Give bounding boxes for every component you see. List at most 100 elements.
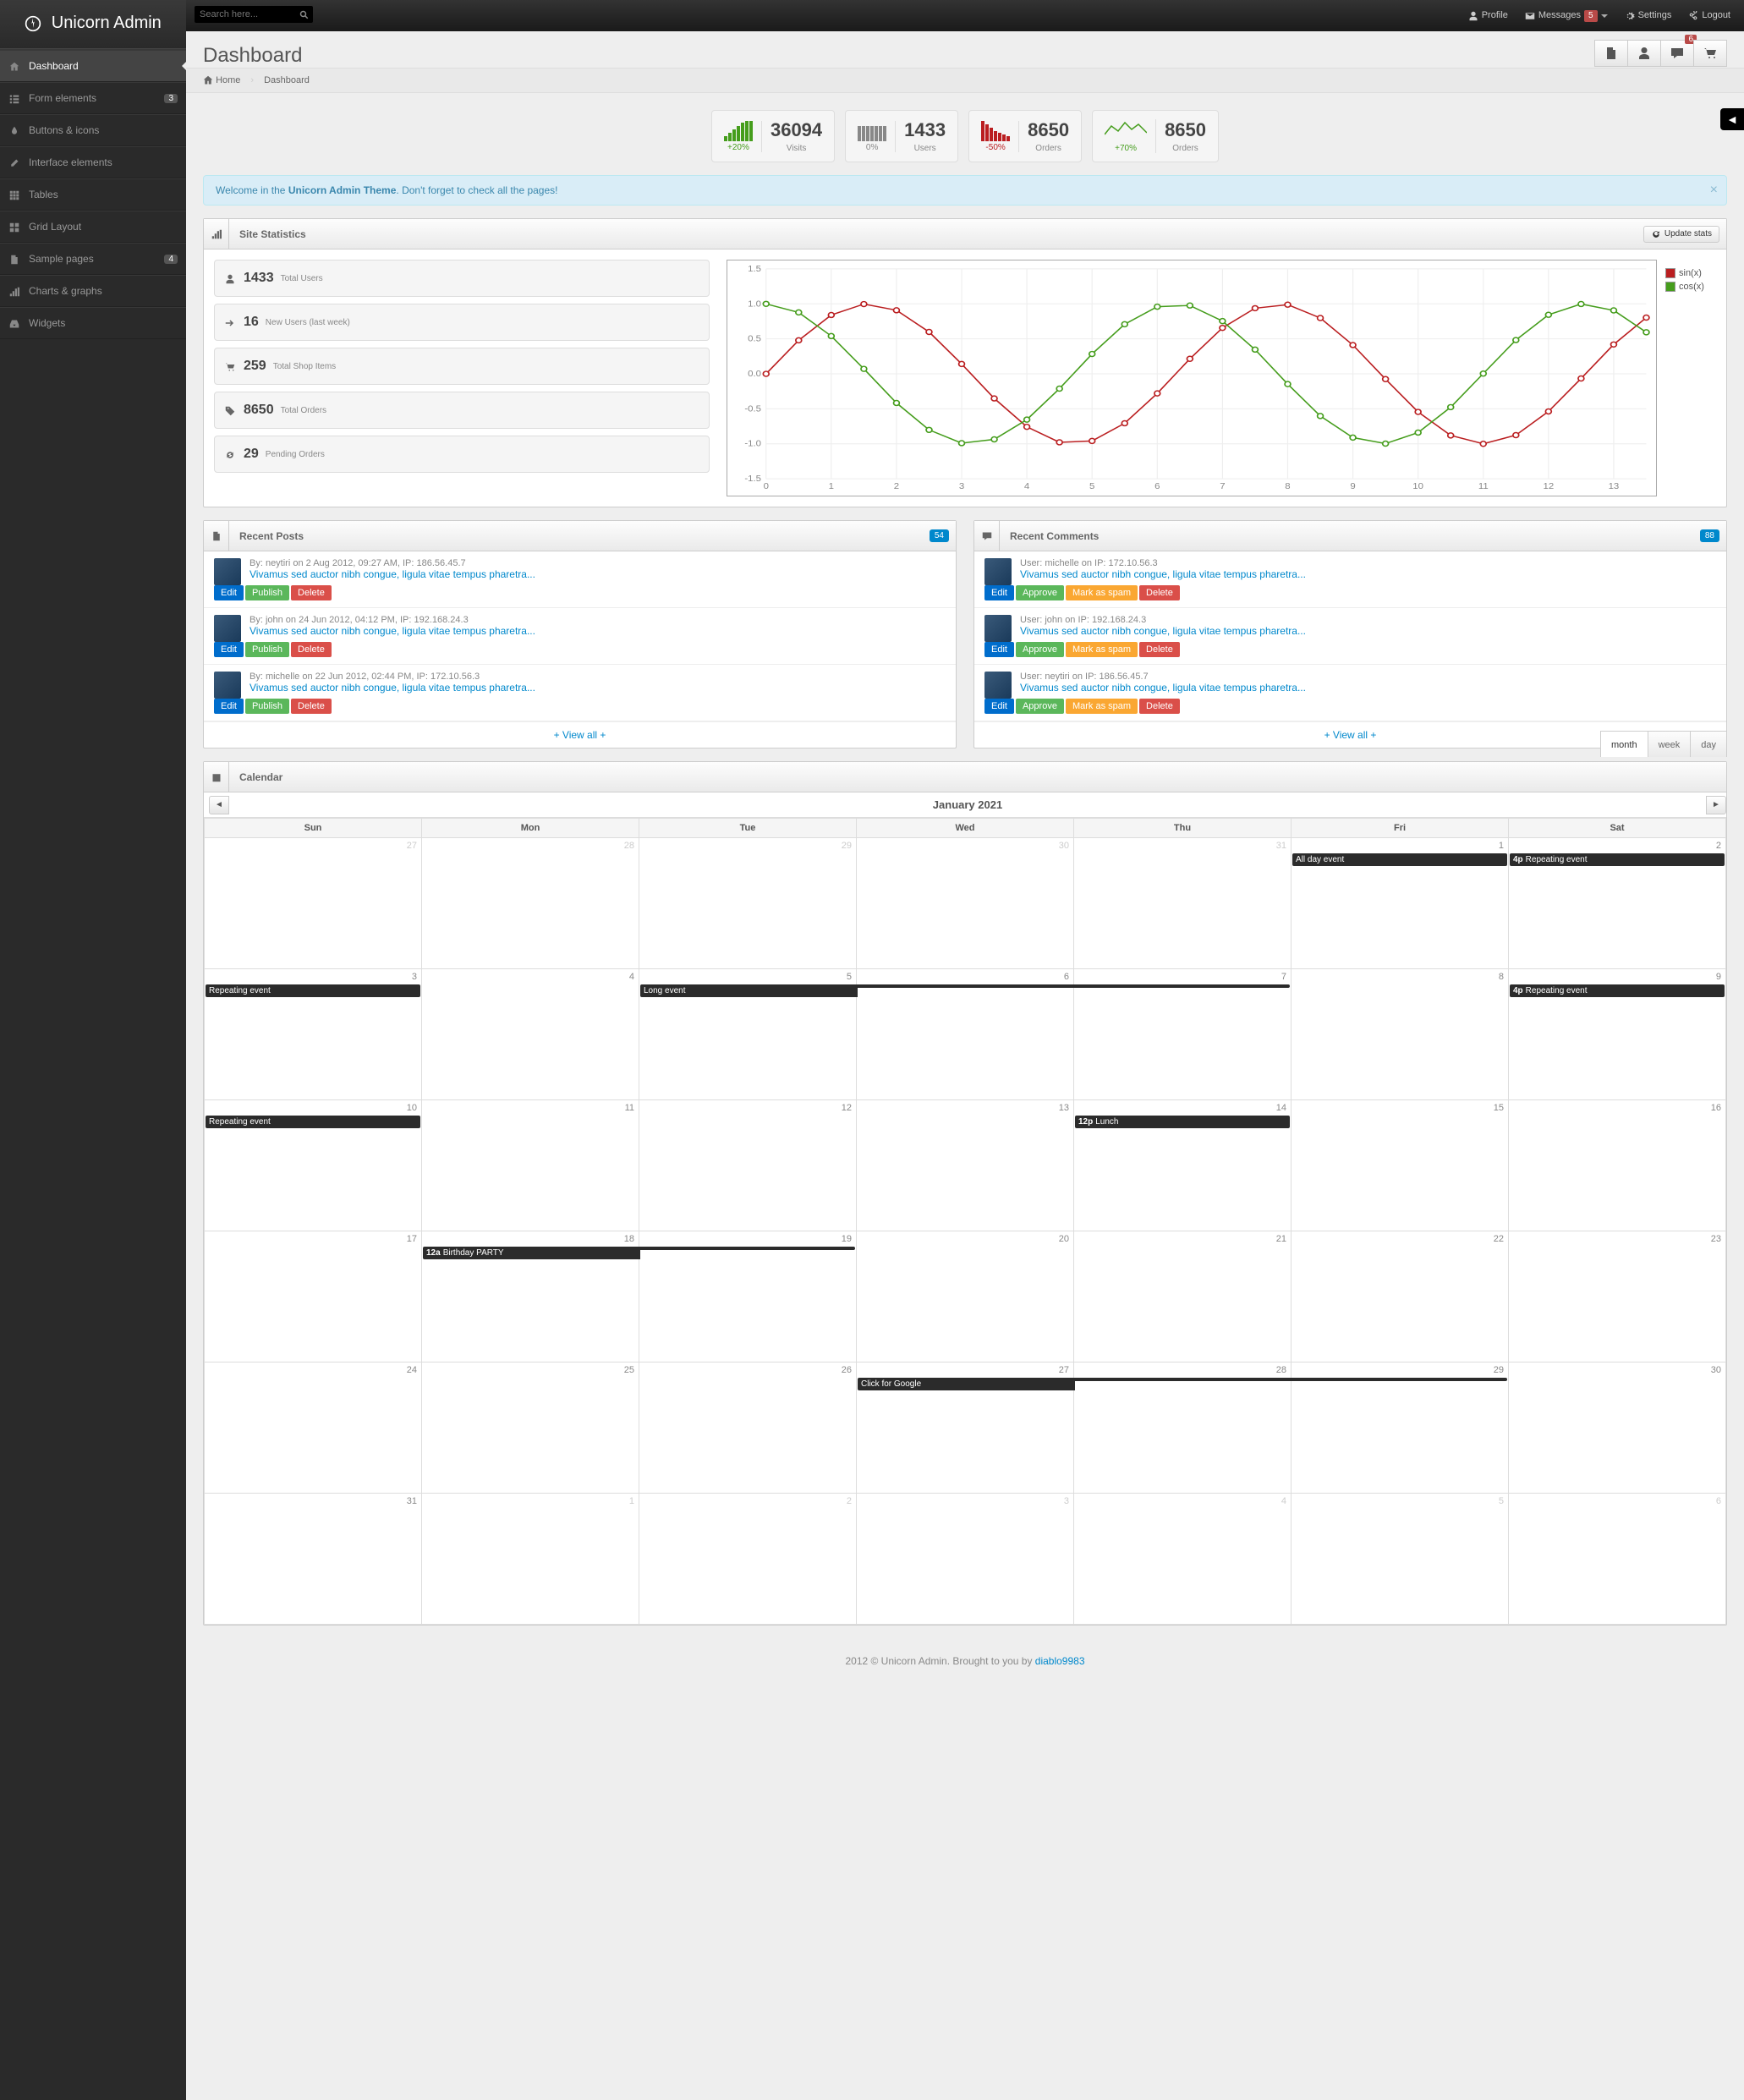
edit-button[interactable]: Edit <box>214 585 244 600</box>
sidebar-item-tables[interactable]: Tables <box>0 179 186 210</box>
sidebar-item-form-elements[interactable]: Form elements3 <box>0 83 186 113</box>
nav-logout[interactable]: Logout <box>1680 0 1739 31</box>
cal-cell[interactable]: 1412pLunch <box>1074 1100 1292 1231</box>
cal-event[interactable]: 4pRepeating event <box>1510 853 1725 866</box>
style-switcher-toggle[interactable]: ◄ <box>1720 108 1744 130</box>
approve-button[interactable]: Approve <box>1016 585 1064 600</box>
publish-button[interactable]: Publish <box>245 642 289 657</box>
cal-cell[interactable]: 6 <box>857 969 1074 1100</box>
cal-cell[interactable]: 23 <box>1509 1231 1726 1363</box>
update-title[interactable]: Vivamus sed auctor nibh congue, ligula v… <box>1020 682 1306 694</box>
cal-cell[interactable]: 26 <box>639 1363 857 1494</box>
brand[interactable]: Unicorn Admin <box>0 0 186 49</box>
delete-button[interactable]: Delete <box>291 699 332 714</box>
spam-button[interactable]: Mark as spam <box>1066 642 1138 657</box>
nav-profile[interactable]: Profile <box>1460 0 1516 31</box>
cal-cell[interactable]: 19 <box>639 1231 857 1363</box>
cal-cell[interactable]: 24pRepeating event <box>1509 838 1726 969</box>
cal-cell[interactable]: 16 <box>1509 1100 1726 1231</box>
cal-cell[interactable]: 1 <box>422 1494 639 1625</box>
view-day[interactable]: day <box>1690 731 1727 757</box>
delete-button[interactable]: Delete <box>1139 699 1180 714</box>
cal-cell[interactable]: 7 <box>1074 969 1292 1100</box>
edit-button[interactable]: Edit <box>984 642 1014 657</box>
approve-button[interactable]: Approve <box>1016 642 1064 657</box>
cal-cell[interactable]: 27Click for Google <box>857 1363 1074 1494</box>
search-input[interactable] <box>195 6 313 23</box>
cal-event[interactable] <box>639 1247 855 1250</box>
cal-next[interactable]: ► <box>1706 796 1726 814</box>
cal-cell[interactable]: 28 <box>1074 1363 1292 1494</box>
cal-cell[interactable]: 20 <box>857 1231 1074 1363</box>
cal-event[interactable]: 4pRepeating event <box>1510 984 1725 997</box>
cal-event[interactable]: All day event <box>1292 853 1507 866</box>
action-manage-files[interactable] <box>1594 40 1628 67</box>
cal-cell[interactable]: 4 <box>422 969 639 1100</box>
cal-cell[interactable]: 15 <box>1292 1100 1509 1231</box>
cal-cell[interactable]: 17 <box>205 1231 422 1363</box>
cal-cell[interactable]: 24 <box>205 1363 422 1494</box>
cal-event[interactable]: Repeating event <box>206 984 420 997</box>
cal-event[interactable]: Click for Google <box>858 1378 1075 1390</box>
cal-event[interactable] <box>1073 1378 1292 1381</box>
cal-cell[interactable]: 5 <box>1292 1494 1509 1625</box>
cal-cell[interactable]: 28 <box>422 838 639 969</box>
cal-cell[interactable]: 1812aBirthday PARTY <box>422 1231 639 1363</box>
cal-cell[interactable]: 4 <box>1074 1494 1292 1625</box>
cal-cell[interactable]: 30 <box>857 838 1074 969</box>
cal-event[interactable] <box>856 984 1075 988</box>
delete-button[interactable]: Delete <box>1139 642 1180 657</box>
cal-cell[interactable]: 12 <box>639 1100 857 1231</box>
cal-event[interactable] <box>1291 1378 1507 1381</box>
edit-button[interactable]: Edit <box>214 642 244 657</box>
cal-cell[interactable]: 3Repeating event <box>205 969 422 1100</box>
cal-cell[interactable]: 22 <box>1292 1231 1509 1363</box>
action-manage-users[interactable] <box>1627 40 1661 67</box>
approve-button[interactable]: Approve <box>1016 699 1064 714</box>
delete-button[interactable]: Delete <box>1139 585 1180 600</box>
cal-prev[interactable]: ◄ <box>209 796 229 814</box>
sidebar-item-widgets[interactable]: Widgets <box>0 308 186 338</box>
cal-cell[interactable]: 10Repeating event <box>205 1100 422 1231</box>
cal-event[interactable]: 12aBirthday PARTY <box>423 1247 640 1259</box>
breadcrumb-home[interactable]: Home <box>203 75 240 85</box>
cal-event[interactable]: Repeating event <box>206 1116 420 1128</box>
update-title[interactable]: Vivamus sed auctor nibh congue, ligula v… <box>250 568 535 580</box>
action-manage-orders[interactable] <box>1693 40 1727 67</box>
edit-button[interactable]: Edit <box>984 585 1014 600</box>
delete-button[interactable]: Delete <box>291 642 332 657</box>
cal-cell[interactable]: 27 <box>205 838 422 969</box>
cal-cell[interactable]: 2 <box>639 1494 857 1625</box>
delete-button[interactable]: Delete <box>291 585 332 600</box>
publish-button[interactable]: Publish <box>245 585 289 600</box>
breadcrumb-current[interactable]: Dashboard <box>264 75 310 85</box>
cal-cell[interactable]: 13 <box>857 1100 1074 1231</box>
cal-cell[interactable]: 21 <box>1074 1231 1292 1363</box>
search-button[interactable] <box>299 8 310 21</box>
sidebar-item-charts-graphs[interactable]: Charts & graphs <box>0 276 186 306</box>
chart[interactable]: -1.5-1.0-0.50.00.51.01.50123456789101112… <box>727 260 1657 496</box>
spam-button[interactable]: Mark as spam <box>1066 699 1138 714</box>
nav-settings[interactable]: Settings <box>1616 0 1681 31</box>
cal-cell[interactable]: 11 <box>422 1100 639 1231</box>
cal-cell[interactable]: 25 <box>422 1363 639 1494</box>
cal-cell[interactable]: 29 <box>1292 1363 1509 1494</box>
publish-button[interactable]: Publish <box>245 699 289 714</box>
sidebar-item-sample-pages[interactable]: Sample pages4 <box>0 244 186 274</box>
cal-cell[interactable]: 94pRepeating event <box>1509 969 1726 1100</box>
cal-cell[interactable]: 31 <box>1074 838 1292 969</box>
cal-cell[interactable]: 8 <box>1292 969 1509 1100</box>
view-all-link[interactable]: + View all + <box>204 721 956 748</box>
sidebar-item-grid-layout[interactable]: Grid Layout <box>0 211 186 242</box>
update-stats-button[interactable]: Update stats <box>1643 226 1719 243</box>
alert-close[interactable]: × <box>1710 183 1718 198</box>
update-title[interactable]: Vivamus sed auctor nibh congue, ligula v… <box>1020 625 1306 637</box>
edit-button[interactable]: Edit <box>214 699 244 714</box>
cal-cell[interactable]: 5Long event <box>639 969 857 1100</box>
cal-cell[interactable]: 29 <box>639 838 857 969</box>
update-title[interactable]: Vivamus sed auctor nibh congue, ligula v… <box>250 625 535 637</box>
cal-cell[interactable]: 1All day event <box>1292 838 1509 969</box>
cal-cell[interactable]: 31 <box>205 1494 422 1625</box>
cal-event[interactable] <box>1073 984 1290 988</box>
cal-cell[interactable]: 6 <box>1509 1494 1726 1625</box>
